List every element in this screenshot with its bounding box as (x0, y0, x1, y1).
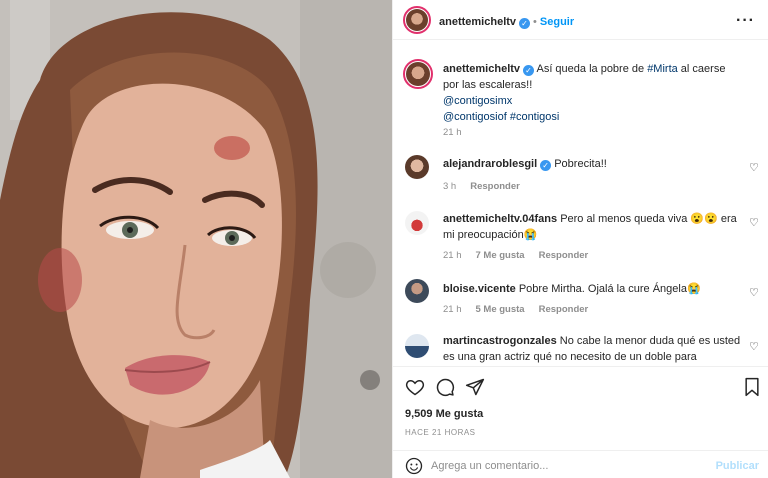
verified-icon: ✓ (519, 18, 531, 29)
comment-text: anettemicheltv.04fans Pero al menos qued… (443, 211, 741, 243)
action-bar (393, 366, 768, 406)
add-comment-bar: Publicar (393, 450, 768, 478)
comments-list[interactable]: anettemicheltv ✓ Así queda la pobre de #M… (393, 41, 768, 365)
post-timestamp: HACE 21 HORAS (405, 428, 476, 437)
comment-meta: 21 h 5 Me gusta Responder (443, 304, 602, 315)
likes-count[interactable]: 9,509 Me gusta (405, 408, 483, 420)
verified-icon: ✓ (540, 160, 552, 171)
emoji-icon[interactable] (405, 457, 423, 475)
commenter-username[interactable]: alejandraroblesgil (443, 158, 537, 170)
comment-item: bloise.vicente Pobre Mirtha. Ojalá la cu… (393, 277, 768, 319)
heart-icon[interactable]: ♡ (749, 340, 761, 353)
comment-body: Pobrecita!! (554, 158, 607, 170)
heart-icon[interactable]: ♡ (749, 286, 761, 299)
comment-icon[interactable] (435, 377, 455, 397)
commenter-username[interactable]: martincastrogonzales (443, 335, 557, 347)
caption-username[interactable]: anettemicheltv (443, 63, 520, 75)
comment-text: bloise.vicente Pobre Mirtha. Ojalá la cu… (443, 281, 741, 297)
separator-dot: • (533, 16, 537, 28)
reply-button[interactable]: Responder (539, 250, 589, 261)
heart-icon[interactable]: ♡ (749, 216, 761, 229)
verified-icon: ✓ (523, 65, 535, 76)
commenter-avatar[interactable] (405, 279, 429, 303)
bookmark-icon[interactable] (743, 377, 761, 397)
comment-item: anettemicheltv.04fans Pero al menos qued… (393, 207, 768, 263)
reply-button[interactable]: Responder (539, 304, 589, 315)
hashtag-link[interactable]: #Mirta (647, 63, 678, 75)
commenter-username[interactable]: bloise.vicente (443, 283, 516, 295)
mention-link[interactable]: @contigosimx (443, 95, 512, 107)
comment-meta: 21 h 7 Me gusta Responder (443, 250, 602, 261)
post-photo[interactable] (0, 0, 392, 478)
comment-text: alejandraroblesgil ✓ Pobrecita!! (443, 156, 741, 172)
author-avatar[interactable] (403, 6, 431, 34)
heart-icon[interactable]: ♡ (749, 161, 761, 174)
publish-button[interactable]: Publicar (716, 460, 759, 472)
comment-text: martincastrogonzales No cabe la menor du… (443, 333, 741, 365)
comment-body: Pobre Mirtha. Ojalá la cure Ángela😭 (518, 283, 701, 295)
caption-text: anettemicheltv ✓ Así queda la pobre de #M… (443, 61, 741, 125)
follow-button[interactable]: Seguir (540, 16, 574, 28)
selfie-image (0, 0, 392, 478)
post-caption: anettemicheltv ✓ Así queda la pobre de #M… (393, 57, 768, 147)
commenter-username[interactable]: anettemicheltv.04fans (443, 213, 557, 225)
caption-avatar[interactable] (403, 59, 433, 89)
mention-link[interactable]: @contigosiof (443, 111, 507, 123)
caption-meta: 21 h (443, 127, 476, 138)
post-header: anettemicheltv ✓ • Seguir ··· (393, 0, 768, 40)
heart-icon[interactable] (405, 377, 425, 397)
comment-input[interactable] (431, 457, 701, 475)
author-username[interactable]: anettemicheltv (439, 16, 516, 28)
more-options-icon[interactable]: ··· (736, 12, 755, 30)
hashtag-link[interactable]: #contigosi (510, 111, 560, 123)
commenter-avatar[interactable] (405, 334, 429, 358)
comment-likes[interactable]: 7 Me gusta (476, 250, 525, 261)
commenter-avatar[interactable] (405, 211, 429, 235)
comment-item: martincastrogonzales No cabe la menor du… (393, 331, 768, 365)
commenter-avatar[interactable] (405, 155, 429, 179)
comment-item: alejandraroblesgil ✓ Pobrecita!! 3 h Respo… (393, 152, 768, 194)
comment-time: 21 h (443, 250, 462, 261)
comment-meta: 3 h Responder (443, 181, 534, 192)
caption-body-1: Así queda la pobre de (536, 63, 648, 75)
comment-time: 21 h (443, 304, 462, 315)
reply-button[interactable]: Responder (470, 181, 520, 192)
caption-time: 21 h (443, 127, 462, 138)
comment-likes[interactable]: 5 Me gusta (476, 304, 525, 315)
post-panel: anettemicheltv ✓ • Seguir ··· anettemichelt… (392, 0, 768, 478)
comment-time: 3 h (443, 181, 457, 192)
share-icon[interactable] (465, 377, 485, 397)
